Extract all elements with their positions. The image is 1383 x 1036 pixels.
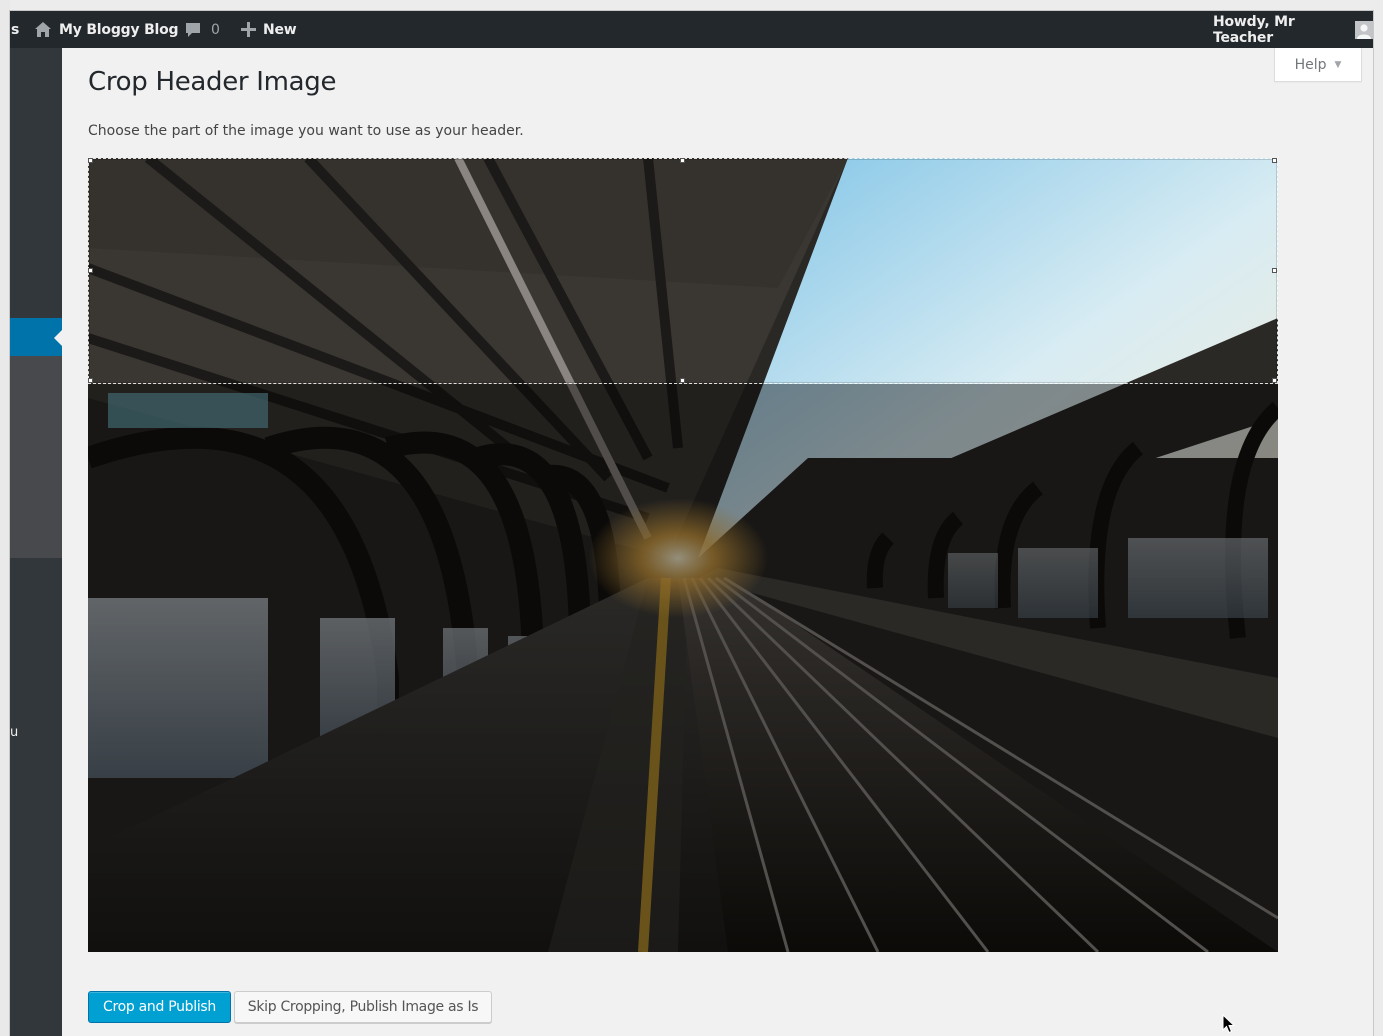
crop-handle-w[interactable] bbox=[88, 268, 93, 273]
crop-handle-nw[interactable] bbox=[88, 158, 93, 163]
home-icon bbox=[34, 21, 52, 38]
my-account-link[interactable]: Howdy, Mr Teacher bbox=[1213, 11, 1373, 48]
help-tab-button[interactable]: Help ▼ bbox=[1274, 48, 1362, 82]
crop-selection-box[interactable] bbox=[88, 158, 1278, 384]
sidebar-submenu[interactable] bbox=[10, 356, 62, 558]
window-top-edge bbox=[0, 0, 1383, 11]
crop-dim-overlay bbox=[88, 384, 1278, 952]
sidebar-active-arrow bbox=[54, 329, 63, 347]
new-content-link[interactable]: New bbox=[241, 11, 297, 48]
sidebar-menu-fragment[interactable]: u bbox=[10, 725, 18, 740]
howdy-text: Howdy, Mr Teacher bbox=[1213, 13, 1295, 46]
admin-bar-fragment-text: s bbox=[11, 21, 20, 38]
page-description: Choose the part of the image you want to… bbox=[88, 123, 524, 139]
new-label: New bbox=[263, 21, 297, 38]
site-name: My Bloggy Blog bbox=[59, 21, 179, 38]
crop-image-area[interactable] bbox=[88, 158, 1278, 952]
admin-bar: s My Bloggy Blog 0 New Howdy, Mr Teacher bbox=[10, 11, 1373, 48]
crop-handle-se[interactable] bbox=[1272, 378, 1277, 383]
site-name-link[interactable]: My Bloggy Blog bbox=[34, 11, 179, 48]
crop-handle-s[interactable] bbox=[680, 378, 685, 383]
user-avatar-icon bbox=[1355, 20, 1373, 39]
window-right-edge bbox=[1373, 0, 1383, 1036]
page-title: Crop Header Image bbox=[88, 67, 337, 97]
comments-count: 0 bbox=[211, 21, 220, 38]
skip-cropping-button[interactable]: Skip Cropping, Publish Image as Is bbox=[234, 991, 492, 1023]
comments-link[interactable]: 0 bbox=[185, 11, 220, 48]
crop-handle-e[interactable] bbox=[1272, 268, 1277, 273]
caret-down-icon: ▼ bbox=[1334, 59, 1342, 70]
crop-handle-sw[interactable] bbox=[88, 378, 93, 383]
comment-bubble-icon bbox=[185, 22, 201, 38]
browser-viewport: s My Bloggy Blog 0 New Howdy, Mr Teacher… bbox=[10, 11, 1373, 1036]
window-left-edge bbox=[0, 0, 10, 1036]
crop-handle-n[interactable] bbox=[680, 158, 685, 163]
crop-handle-ne[interactable] bbox=[1272, 158, 1277, 163]
help-label: Help bbox=[1294, 56, 1327, 73]
admin-bar-fragment: s bbox=[11, 11, 19, 48]
plus-icon bbox=[241, 22, 256, 37]
mouse-cursor-icon bbox=[1222, 1014, 1236, 1034]
crop-and-publish-button[interactable]: Crop and Publish bbox=[88, 991, 231, 1023]
